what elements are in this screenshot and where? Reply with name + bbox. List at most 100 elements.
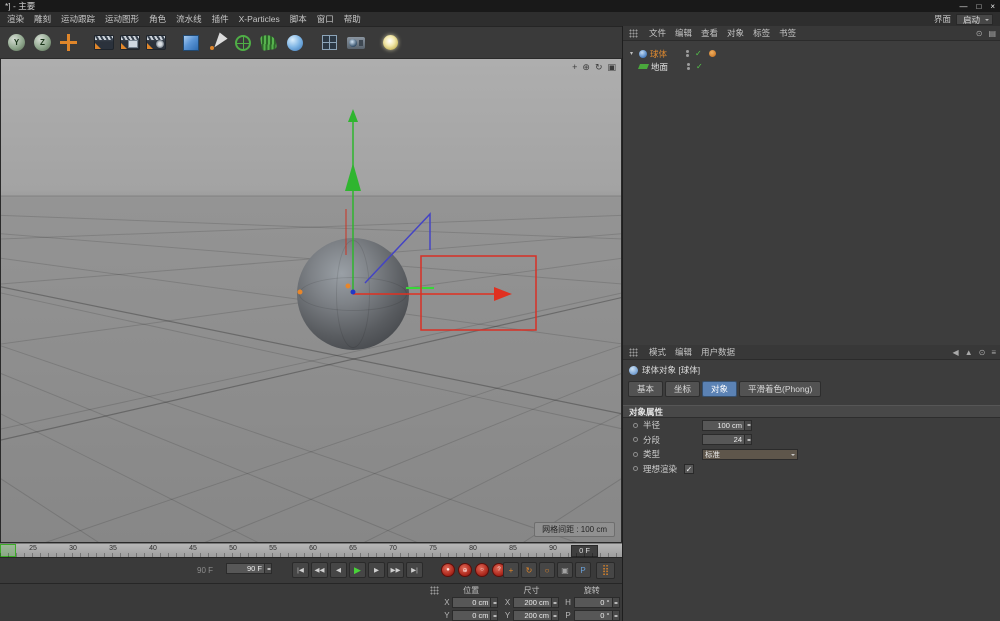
object-row-sphere[interactable]: ▾ 球体 ✓: [623, 47, 1000, 60]
pos-x-field[interactable]: 0 cm: [452, 597, 498, 608]
menu-item-render[interactable]: 渲染: [7, 13, 24, 25]
subdivision-surface-button[interactable]: [231, 30, 254, 55]
am-menu-mode[interactable]: 模式: [649, 346, 666, 358]
lock-z-axis-button[interactable]: Z: [31, 30, 54, 55]
om-menu-view[interactable]: 查看: [701, 27, 718, 39]
radius-field[interactable]: 100 cm: [702, 420, 752, 431]
keyframe-dot-icon[interactable]: [633, 452, 638, 457]
maximize-button[interactable]: □: [976, 2, 981, 11]
prev-key-button[interactable]: ◀◀: [311, 562, 328, 578]
timeline-ruler[interactable]: 25 30 35 40 45 50 55 60 65 70 75 80 85 9…: [0, 543, 622, 557]
visibility-dots-icon[interactable]: [687, 63, 690, 70]
stepper-icon[interactable]: [612, 611, 619, 620]
keyframe-dot-icon[interactable]: [633, 423, 638, 428]
bend-deformer-button[interactable]: [257, 30, 280, 55]
prev-frame-button[interactable]: ◀: [330, 562, 347, 578]
search-icon[interactable]: ⊙: [979, 348, 986, 357]
tab-basic[interactable]: 基本: [628, 381, 663, 397]
keyframe-grid-button[interactable]: ⣿: [596, 562, 615, 579]
om-menu-bookmarks[interactable]: 书签: [779, 27, 796, 39]
current-frame-field[interactable]: 0 F: [571, 545, 598, 557]
autokey-button[interactable]: ↻: [521, 562, 537, 578]
pla-button[interactable]: +: [503, 562, 519, 578]
panel-grip-icon[interactable]: [430, 586, 439, 595]
perspective-viewport[interactable]: + ⊕ ↻ ▣ 网格间距 : 100 cm: [0, 58, 622, 543]
up-icon[interactable]: ▲: [965, 348, 973, 357]
menu-item-motion-tracker[interactable]: 运动跟踪: [61, 13, 95, 25]
move-gizmo[interactable]: [1, 59, 622, 543]
panel-grip-icon[interactable]: [629, 29, 638, 38]
stepper-icon[interactable]: [490, 598, 497, 607]
pla-record-button[interactable]: P: [575, 562, 591, 578]
stepper-icon[interactable]: [264, 564, 271, 573]
object-name[interactable]: 球体: [650, 48, 676, 60]
zoom-icon[interactable]: ⊕: [582, 62, 590, 73]
primitive-cube-button[interactable]: [179, 30, 202, 55]
filter-icon[interactable]: ▤: [988, 29, 996, 38]
toggle-view-icon[interactable]: ▣: [607, 62, 616, 73]
rotate-icon[interactable]: ↻: [595, 62, 603, 73]
menu-item-window[interactable]: 窗口: [317, 13, 334, 25]
om-menu-file[interactable]: 文件: [649, 27, 666, 39]
camera-button[interactable]: [344, 30, 367, 55]
menu-item-mograph[interactable]: 运动图形: [105, 13, 139, 25]
menu-item-script[interactable]: 脚本: [290, 13, 307, 25]
object-row-floor[interactable]: 地面 ✓: [623, 60, 1000, 73]
coordinate-system-button[interactable]: [57, 30, 80, 55]
stepper-icon[interactable]: [612, 598, 619, 607]
record-scale-button[interactable]: ○: [475, 563, 489, 577]
goto-start-button[interactable]: |◀: [292, 562, 309, 578]
om-menu-tags[interactable]: 标签: [753, 27, 770, 39]
stepper-icon[interactable]: [551, 611, 558, 620]
back-icon[interactable]: ◀: [953, 348, 959, 357]
play-button[interactable]: ▶: [349, 562, 366, 578]
am-menu-edit[interactable]: 编辑: [675, 346, 692, 358]
next-frame-button[interactable]: ▶: [368, 562, 385, 578]
record-objects-button[interactable]: ●: [441, 563, 455, 577]
menu-icon[interactable]: ≡: [991, 348, 996, 357]
current-frame-marker[interactable]: [0, 544, 16, 557]
end-frame-field[interactable]: 90 F: [226, 563, 272, 577]
stepper-icon[interactable]: [490, 611, 497, 620]
object-name[interactable]: 地面: [651, 61, 677, 73]
om-menu-objects[interactable]: 对象: [727, 27, 744, 39]
enabled-check-icon[interactable]: ✓: [696, 62, 703, 71]
render-perfect-checkbox[interactable]: ✓: [684, 464, 694, 474]
stepper-icon[interactable]: [744, 435, 751, 444]
menu-item-xparticles[interactable]: X-Particles: [239, 14, 280, 24]
tab-phong[interactable]: 平滑着色(Phong): [739, 381, 821, 397]
pan-icon[interactable]: +: [572, 62, 577, 73]
minimize-button[interactable]: —: [959, 2, 967, 11]
layout-dropdown[interactable]: 启动: [956, 14, 993, 25]
menu-item-plugins[interactable]: 插件: [212, 13, 229, 25]
light-button[interactable]: [379, 30, 402, 55]
search-icon[interactable]: ⊙: [976, 29, 983, 38]
record-position-button[interactable]: ⊕: [458, 563, 472, 577]
close-button[interactable]: ×: [990, 2, 995, 11]
menu-item-help[interactable]: 帮助: [344, 13, 361, 25]
visibility-dots-icon[interactable]: [686, 50, 689, 57]
spline-pen-button[interactable]: [205, 30, 228, 55]
goto-end-button[interactable]: ▶|: [406, 562, 423, 578]
enabled-check-icon[interactable]: ✓: [695, 49, 702, 58]
menu-item-sculpt[interactable]: 雕刻: [34, 13, 51, 25]
size-x-field[interactable]: 200 cm: [513, 597, 559, 608]
stepper-icon[interactable]: [551, 598, 558, 607]
rot-h-field[interactable]: 0 °: [574, 597, 620, 608]
keyframe-selection-button[interactable]: ○: [539, 562, 555, 578]
render-settings-button[interactable]: [144, 30, 167, 55]
object-manager[interactable]: ▾ 球体 ✓ 地面 ✓: [623, 41, 1000, 345]
array-button[interactable]: [318, 30, 341, 55]
render-view-button[interactable]: [92, 30, 115, 55]
menu-item-character[interactable]: 角色: [149, 13, 166, 25]
om-menu-edit[interactable]: 编辑: [675, 27, 692, 39]
size-y-field[interactable]: 200 cm: [513, 610, 559, 621]
menu-item-pipeline[interactable]: 流水线: [176, 13, 202, 25]
render-picture-viewer-button[interactable]: [118, 30, 141, 55]
segments-field[interactable]: 24: [702, 434, 752, 445]
stepper-icon[interactable]: [744, 421, 751, 430]
keyframe-dot-icon[interactable]: [633, 437, 638, 442]
phong-tag-icon[interactable]: [709, 50, 716, 57]
keyframe-dot-icon[interactable]: [633, 466, 638, 471]
next-key-button[interactable]: ▶▶: [387, 562, 404, 578]
